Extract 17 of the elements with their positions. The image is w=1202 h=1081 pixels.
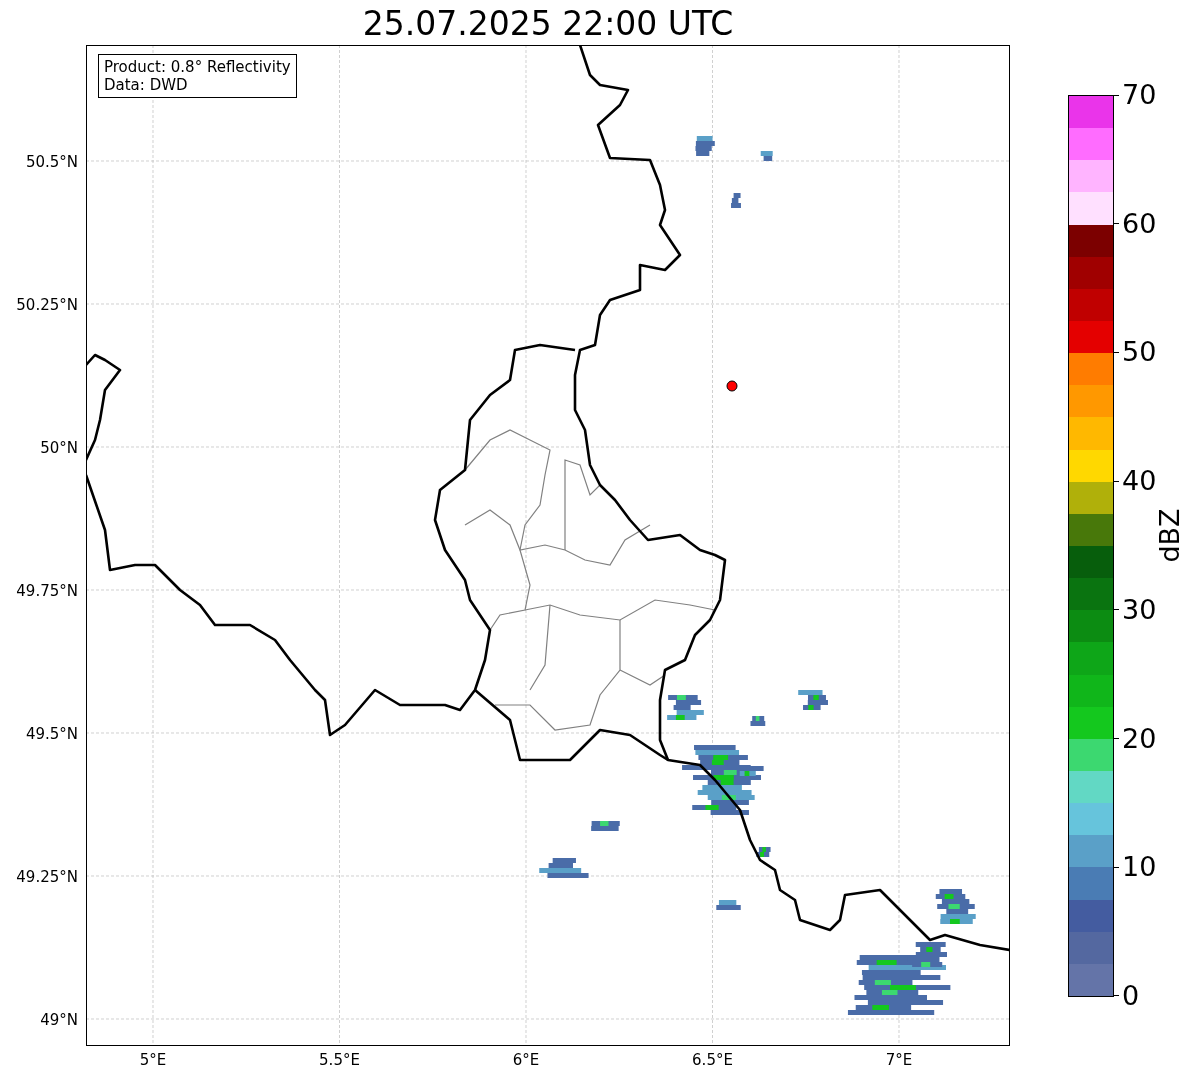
scale-unit-label: dBZ [1153, 508, 1185, 563]
latitude-label: 50.5°N [24, 153, 79, 171]
longitude-label: 6.5°E [691, 1051, 734, 1069]
latitude-label: 49°N [39, 1011, 79, 1029]
map-title: 25.07.2025 22:00 UTC [361, 4, 735, 43]
radar-site-marker [726, 380, 738, 392]
latitude-label: 49.75°N [15, 582, 79, 600]
latitude-label: 50.25°N [15, 296, 79, 314]
longitude-label: 6°E [511, 1051, 541, 1069]
latitude-label: 49.5°N [24, 725, 79, 743]
longitude-label: 5.5°E [318, 1051, 361, 1069]
info-text: Product: 0.8° Reflectivity [104, 58, 291, 76]
info-text: Data: DWD [104, 76, 189, 94]
longitude-label: 5°E [138, 1051, 168, 1069]
latitude-label: 50°N [39, 439, 79, 457]
longitude-label: 7°E [884, 1051, 914, 1069]
latitude-label: 49.25°N [15, 868, 79, 886]
